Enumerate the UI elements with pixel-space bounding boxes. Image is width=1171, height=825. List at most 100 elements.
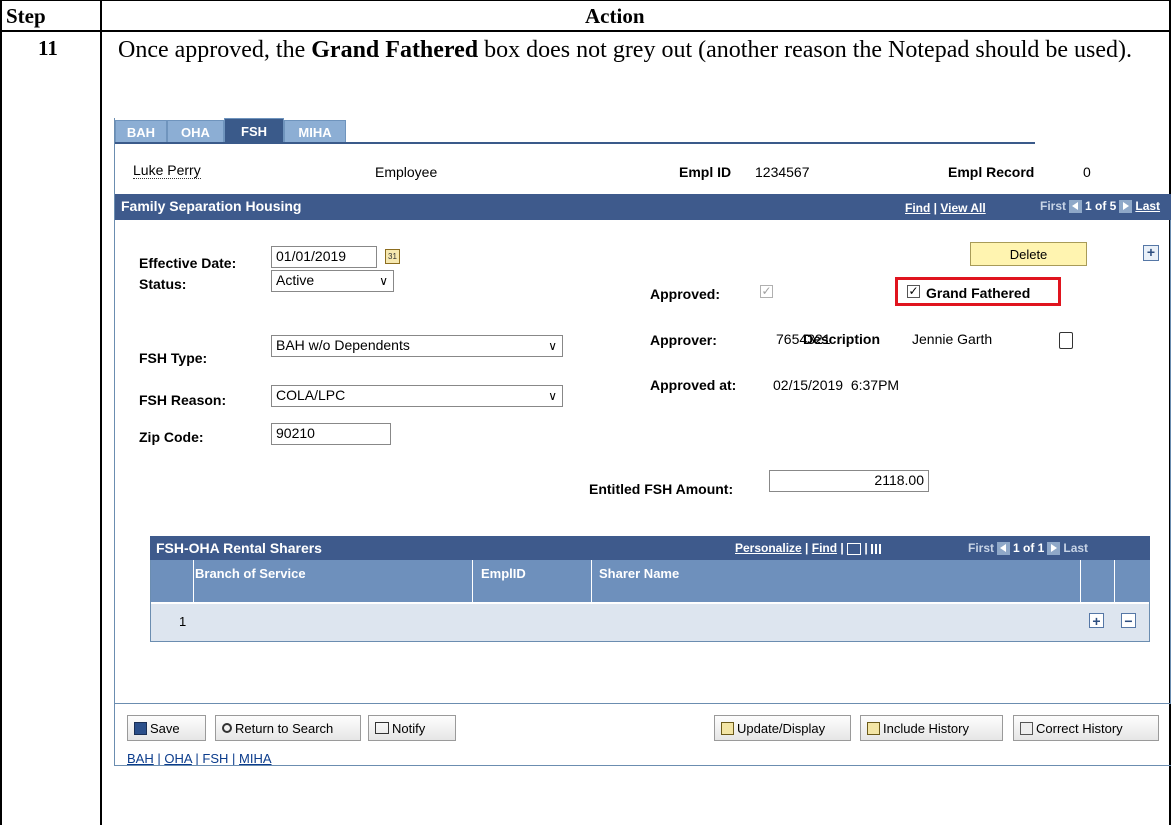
- fsh-reason-value: COLA/LPC: [276, 387, 346, 403]
- table-border-top: [0, 0, 1171, 1]
- tab-underline: [115, 142, 1035, 144]
- grandfathered-checkbox[interactable]: ✓: [907, 285, 920, 298]
- screenshot-bottom-border: [115, 765, 1171, 766]
- next-arrow-icon: [1047, 542, 1061, 556]
- effective-date-input[interactable]: 01/01/2019: [271, 246, 377, 268]
- status-value: Active: [276, 272, 315, 288]
- save-label: Save: [150, 720, 180, 736]
- table-row: [151, 604, 1149, 641]
- footer-links: BAH | OHA | FSH | MIHA: [127, 751, 272, 766]
- search-icon: [222, 723, 232, 733]
- notify-label: Notify: [392, 720, 426, 736]
- fsh-reason-select[interactable]: COLA/LPC ∨: [271, 385, 563, 407]
- approver-name: Jennie Garth: [912, 331, 993, 347]
- status-select[interactable]: Active ∨: [271, 270, 394, 292]
- empl-id-label: Empl ID: [679, 164, 732, 180]
- step-column-header: Step: [6, 4, 46, 28]
- pager-last[interactable]: Last: [1135, 199, 1160, 213]
- delete-row-icon[interactable]: −: [1121, 613, 1136, 628]
- correct-history-button[interactable]: Correct History: [1013, 715, 1159, 741]
- table-header-divider: [0, 30, 1171, 32]
- notepad-icon[interactable]: [1059, 332, 1073, 349]
- pager-count: 1 of 5: [1085, 199, 1117, 213]
- notify-button[interactable]: Notify: [368, 715, 456, 741]
- include-history-icon: [867, 721, 880, 735]
- approved-checkbox: ✓: [760, 284, 773, 298]
- footer-link-oha[interactable]: OHA: [164, 751, 191, 766]
- approver-label: Approver:: [650, 332, 717, 348]
- sharers-nav: Personalize | Find | |: [735, 541, 884, 555]
- tab-fsh[interactable]: FSH: [224, 118, 284, 143]
- approved-at-value: 02/15/2019 6:37PM: [773, 377, 900, 393]
- find-link[interactable]: Find: [905, 201, 930, 215]
- footer-link-fsh[interactable]: FSH: [202, 751, 228, 766]
- view-all-link[interactable]: View All: [940, 201, 985, 215]
- tab-miha[interactable]: MIHA: [284, 120, 346, 143]
- footer-link-bah[interactable]: BAH: [127, 751, 154, 766]
- instruction-document: Step Action 11 Once approved, the Grand …: [0, 0, 1171, 825]
- previous-arrow-icon: [997, 542, 1011, 556]
- sharers-find-link[interactable]: Find: [812, 541, 837, 555]
- column-header-emplid: EmplID: [481, 566, 526, 581]
- section-nav: Find | View All: [905, 201, 986, 215]
- personalize-link[interactable]: Personalize: [735, 541, 802, 555]
- update-display-button[interactable]: Update/Display: [714, 715, 851, 741]
- zip-code-label: Zip Code:: [139, 429, 204, 445]
- description-label: Description: [803, 331, 881, 347]
- approved-at-label: Approved at:: [650, 377, 737, 393]
- instruction-text-start: Once approved, the: [118, 37, 312, 63]
- sharers-header-bar: FSH-OHA Rental Sharers Personalize | Fin…: [150, 536, 1150, 560]
- grandfathered-label: Grand Fathered: [926, 285, 1031, 301]
- chevron-down-icon: ∨: [379, 274, 388, 288]
- section-pager: First 1 of 5 Last: [1040, 199, 1160, 214]
- effective-date-label: Effective Date:: [139, 255, 237, 271]
- step-instruction: Once approved, the Grand Fathered box do…: [118, 35, 1158, 66]
- fsh-type-select[interactable]: BAH w/o Dependents ∨: [271, 335, 563, 357]
- instruction-text-bold: Grand Fathered: [311, 37, 479, 63]
- peoplesoft-screenshot: BAH OHA FSH MIHA Luke Perry Employee Emp…: [114, 118, 1171, 766]
- save-icon: [134, 721, 147, 735]
- include-history-button[interactable]: Include History: [860, 715, 1003, 741]
- tab-oha[interactable]: OHA: [167, 120, 224, 143]
- entitled-amount-input[interactable]: 2118.00: [769, 470, 929, 492]
- sharers-grid: Branch of Service EmplID Sharer Name 1 +…: [150, 560, 1150, 642]
- add-row-icon[interactable]: +: [1143, 245, 1159, 261]
- empl-record-label: Empl Record: [948, 164, 1035, 180]
- sharers-pager: First 1 of 1 Last: [968, 541, 1089, 556]
- section-header-bar: Family Separation Housing Find | View Al…: [115, 194, 1171, 220]
- action-column-header: Action: [585, 4, 645, 28]
- status-label: Status:: [139, 276, 187, 292]
- previous-arrow-icon[interactable]: [1069, 200, 1083, 214]
- download-excel-icon[interactable]: [871, 543, 884, 554]
- sharers-first: First: [968, 541, 995, 555]
- column-header-sharer-name: Sharer Name: [599, 566, 680, 581]
- tab-bah[interactable]: BAH: [115, 120, 167, 143]
- sharers-last: Last: [1063, 541, 1089, 555]
- instruction-text-end: box does not grey out (another reason th…: [478, 37, 1132, 63]
- delete-button[interactable]: Delete: [970, 242, 1087, 266]
- footer-link-miha[interactable]: MIHA: [239, 751, 272, 766]
- next-arrow-icon[interactable]: [1119, 200, 1133, 214]
- empl-record-value: 0: [1083, 164, 1091, 180]
- return-to-search-label: Return to Search: [235, 720, 334, 736]
- view-grid-icon[interactable]: [847, 542, 862, 555]
- update-display-label: Update/Display: [737, 720, 826, 736]
- fsh-type-label: FSH Type:: [139, 350, 208, 366]
- employee-role: Employee: [375, 164, 438, 180]
- chevron-down-icon: ∨: [548, 339, 557, 353]
- pager-first[interactable]: First: [1040, 199, 1066, 213]
- zip-code-input[interactable]: 90210: [271, 423, 391, 445]
- fsh-type-value: BAH w/o Dependents: [276, 337, 410, 353]
- notify-icon: [375, 722, 389, 734]
- correct-history-icon: [1020, 721, 1033, 735]
- correct-history-label: Correct History: [1036, 720, 1123, 736]
- return-to-search-button[interactable]: Return to Search: [215, 715, 361, 741]
- calendar-icon[interactable]: 31: [385, 249, 400, 264]
- sharers-count: 1 of 1: [1013, 541, 1045, 555]
- add-row-icon[interactable]: +: [1089, 613, 1104, 628]
- save-button[interactable]: Save: [127, 715, 206, 741]
- chevron-down-icon: ∨: [548, 389, 557, 403]
- step-number: 11: [38, 36, 58, 60]
- tab-strip: BAH OHA FSH MIHA: [115, 118, 1035, 144]
- section-title: Family Separation Housing: [121, 198, 302, 214]
